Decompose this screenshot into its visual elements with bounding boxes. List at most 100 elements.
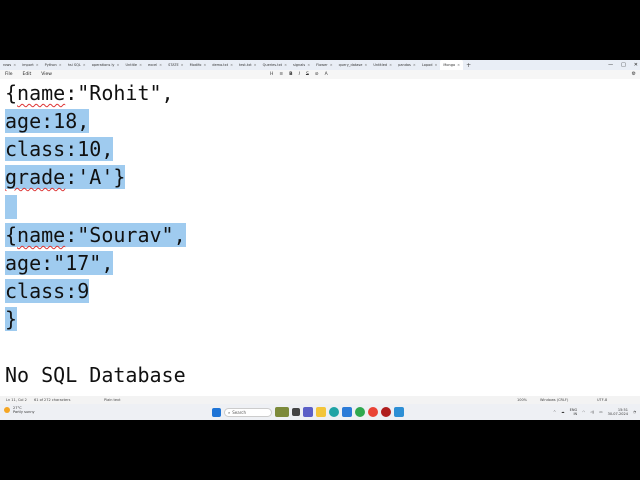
tab-label: signals (293, 63, 306, 67)
close-icon[interactable]: × (203, 60, 206, 70)
editor-line: age:18, (5, 107, 90, 135)
language-indicator[interactable]: ENG IN (570, 408, 578, 417)
edge-icon[interactable] (329, 407, 339, 417)
format-toolbar: H ≡ B I S ⊘ A (270, 70, 328, 79)
wifi-icon[interactable]: ◠ (582, 410, 585, 414)
chrome-icon[interactable] (355, 407, 365, 417)
editor-line: {name:"Sourav", (5, 221, 186, 249)
tab-label: operations ly (91, 63, 115, 67)
close-icon[interactable]: × (117, 60, 120, 70)
task-view-icon[interactable] (292, 408, 300, 416)
tab-label: Untitle (125, 63, 138, 67)
close-icon[interactable]: × (389, 60, 392, 70)
menu-edit[interactable]: Edit (18, 72, 37, 77)
close-icon[interactable]: × (307, 60, 310, 70)
selected-text: class:9 (5, 279, 90, 303)
chrome-profile-icon[interactable] (368, 407, 378, 417)
tab-label: Untitled (373, 63, 388, 67)
tab-9[interactable]: demo.txt × (209, 60, 236, 70)
text-editor[interactable]: {name:"Rohit", age:18, class:10, grade:'A'}… (0, 79, 640, 396)
heading-button[interactable]: H (270, 72, 273, 77)
selected-text (5, 195, 18, 219)
tab-label: Flower (316, 63, 328, 67)
app-icon[interactable] (381, 407, 391, 417)
menu-file[interactable]: File (0, 72, 18, 77)
weather-widget[interactable]: 27°C Partly sunny (4, 406, 35, 414)
chevron-up-icon[interactable]: ^ (553, 410, 556, 414)
close-button[interactable]: ✕ (634, 62, 638, 68)
tab-10[interactable]: test.txt × (236, 60, 260, 70)
volume-icon[interactable]: ◁) (590, 410, 594, 414)
tab-12[interactable]: signals × (290, 60, 313, 70)
maximize-button[interactable]: □ (621, 62, 626, 68)
tab-2[interactable]: Python × (42, 60, 65, 70)
close-icon[interactable]: × (364, 60, 367, 70)
onedrive-icon[interactable]: ☁ (561, 410, 565, 414)
battery-icon[interactable]: ▭ (599, 410, 602, 414)
gear-icon[interactable]: ⚙ (632, 70, 636, 79)
tab-13[interactable]: Flower × (313, 60, 336, 70)
clear-format-button[interactable]: A (325, 72, 328, 77)
selected-text: age:"17", (5, 251, 114, 275)
close-icon[interactable]: × (59, 60, 62, 70)
tab-label: Mongo (443, 63, 456, 67)
tab-1[interactable]: import × (19, 60, 42, 70)
close-icon[interactable]: × (434, 60, 437, 70)
close-icon[interactable]: × (83, 60, 86, 70)
encoding[interactable]: UTF-8 (597, 396, 607, 404)
close-icon[interactable]: × (254, 60, 257, 70)
clock[interactable]: 15:51 30-07-2024 (608, 408, 628, 417)
bold-button[interactable]: B (289, 72, 292, 77)
menu-view[interactable]: View (36, 72, 57, 77)
link-button[interactable]: ⊘ (315, 72, 319, 77)
close-icon[interactable]: × (457, 60, 460, 70)
line-text: {name:"Rohit", (5, 81, 174, 105)
zoom-level[interactable]: 100% (517, 396, 527, 404)
tab-4[interactable]: operations ly × (89, 60, 123, 70)
tab-6[interactable]: excel × (145, 60, 165, 70)
tab-18[interactable]: Mongo × (440, 60, 464, 70)
close-icon[interactable]: × (36, 60, 39, 70)
status-bar: Ln 11, Col 2 61 of 272 characters Plain … (0, 396, 640, 404)
search-icon: ⌕ (228, 409, 231, 415)
windows-start-icon[interactable] (212, 407, 221, 417)
close-icon[interactable]: × (139, 60, 142, 70)
text-suffix: :"Sourav", (65, 223, 186, 247)
search-box[interactable]: ⌕ Search (224, 407, 272, 417)
new-tab-button[interactable]: + (463, 62, 474, 69)
minimize-button[interactable]: — (608, 62, 613, 68)
tab-11[interactable]: Queries.txt × (260, 60, 290, 70)
close-icon[interactable]: × (330, 60, 333, 70)
close-icon[interactable]: × (13, 60, 16, 70)
notification-icon[interactable]: ◔ (633, 410, 636, 414)
tab-3[interactable]: hsi SQL × (65, 60, 89, 70)
list-button[interactable]: ≡ (279, 72, 283, 77)
taskbar-apps: ⌕ Search (212, 406, 404, 418)
close-icon[interactable]: × (413, 60, 416, 70)
tab-15[interactable]: Untitled × (370, 60, 395, 70)
tab-8[interactable]: Modifo × (187, 60, 210, 70)
line-ending[interactable]: Windows (CRLF) (540, 396, 568, 404)
notepad-icon[interactable] (394, 407, 404, 417)
tab-0[interactable]: rows × (0, 60, 19, 70)
store-icon[interactable] (342, 407, 352, 417)
close-icon[interactable]: × (284, 60, 287, 70)
tab-5[interactable]: Untitle × (122, 60, 145, 70)
widgets-icon[interactable] (275, 407, 289, 417)
editor-line: No SQL Database (5, 361, 186, 389)
teams-icon[interactable] (303, 407, 313, 417)
strikethrough-button[interactable]: S (306, 72, 309, 77)
tab-14[interactable]: query_datase × (336, 60, 371, 70)
text-format: Plain text (104, 398, 121, 402)
close-icon[interactable]: × (159, 60, 162, 70)
tab-16[interactable]: pandas × (395, 60, 419, 70)
misspelled-word: name (17, 81, 66, 105)
tab-17[interactable]: Lopod × (419, 60, 441, 70)
close-icon[interactable]: × (181, 60, 184, 70)
editor-line: } (5, 305, 18, 333)
italic-button[interactable]: I (299, 72, 300, 77)
close-icon[interactable]: × (230, 60, 233, 70)
tab-7[interactable]: STATE × (165, 60, 187, 70)
tab-label: Queries.txt (262, 63, 283, 67)
file-explorer-icon[interactable] (316, 407, 326, 417)
